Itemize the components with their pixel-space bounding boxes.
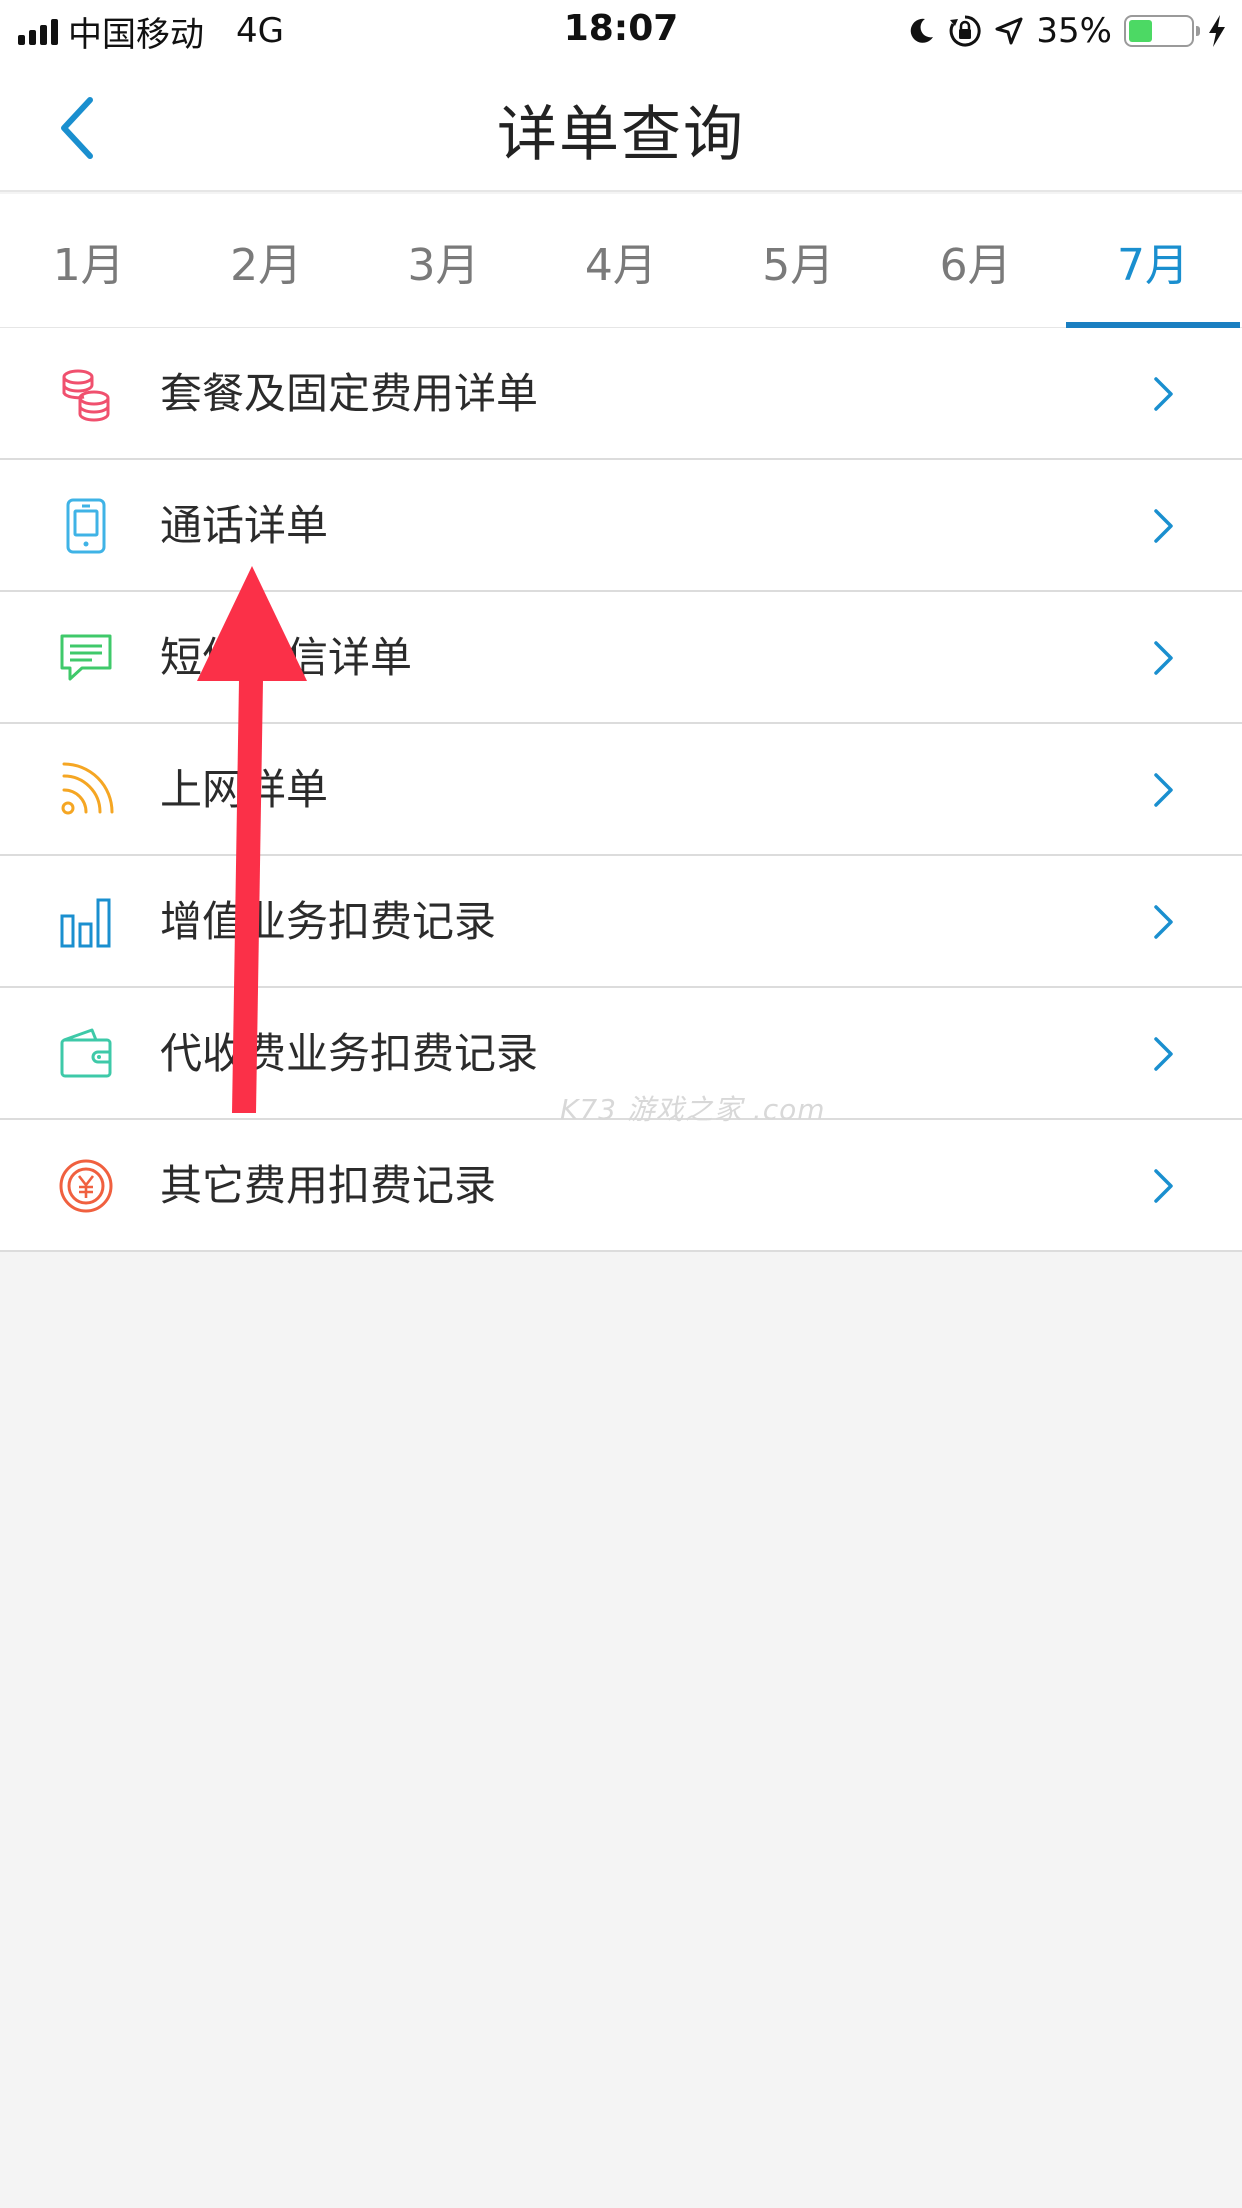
tab-month-5[interactable]: 5月	[710, 194, 887, 328]
yuan-coin-icon	[58, 1158, 114, 1214]
moon-icon	[911, 18, 934, 43]
list-item-label: 套餐及固定费用详单	[160, 369, 539, 418]
watermark: K73 游戏之家 .com	[560, 1093, 826, 1126]
chevron-right-icon	[1154, 773, 1173, 807]
tab-month-4[interactable]: 4月	[532, 194, 709, 328]
list-item-other-fees[interactable]: 其它费用扣费记录	[0, 1120, 1242, 1252]
location-icon	[995, 17, 1023, 45]
list-item-value-added-fees[interactable]: 增值业务扣费记录	[0, 856, 1242, 988]
list-item-label: 增值业务扣费记录	[160, 897, 497, 946]
chevron-right-icon	[1154, 509, 1173, 543]
battery-percent: 35%	[1036, 11, 1112, 51]
tab-month-2[interactable]: 2月	[177, 194, 354, 328]
chevron-right-icon	[1154, 905, 1173, 939]
tab-month-6[interactable]: 6月	[887, 194, 1064, 328]
list-item-label: 上网详单	[160, 765, 329, 814]
list-item-label: 代收费业务扣费记录	[160, 1029, 539, 1078]
battery-cap	[1196, 26, 1200, 36]
bar-chart-icon	[58, 894, 114, 950]
list-item-call-details[interactable]: 通话详单	[0, 460, 1242, 592]
tab-month-1[interactable]: 1月	[0, 194, 177, 328]
wifi-feed-icon	[58, 762, 114, 818]
chevron-right-icon	[1154, 641, 1173, 675]
nav-bar: 详单查询	[0, 62, 1242, 192]
coins-icon	[58, 366, 114, 422]
wallet-icon	[58, 1026, 114, 1082]
phone-device-icon	[58, 498, 114, 554]
status-bar: 中国移动 4G 18:07 35%	[0, 0, 1242, 62]
rotation-lock-icon	[950, 15, 982, 47]
tab-month-3[interactable]: 3月	[355, 194, 532, 328]
page-title: 详单查询	[497, 100, 745, 170]
list-item-label: 其它费用扣费记录	[160, 1161, 497, 1210]
list-item-sms-details[interactable]: 短信彩信详单	[0, 592, 1242, 724]
list-item-label: 短信彩信详单	[160, 633, 413, 682]
list-item-data-details[interactable]: 上网详单	[0, 724, 1242, 856]
tab-month-7[interactable]: 7月	[1064, 194, 1241, 328]
message-icon	[58, 630, 114, 686]
battery-icon	[1124, 15, 1200, 47]
chevron-right-icon	[1154, 377, 1173, 411]
month-tabs: 1月 2月 3月 4月 5月 6月 7月	[0, 194, 1242, 328]
battery-level-fill	[1129, 20, 1153, 42]
status-right: 35%	[906, 8, 1228, 54]
list-item-label: 通话详单	[160, 501, 329, 550]
charging-icon	[1209, 15, 1225, 47]
chevron-right-icon	[1154, 1037, 1173, 1071]
list-item-package-fees[interactable]: 套餐及固定费用详单	[0, 328, 1242, 460]
chevron-right-icon	[1154, 1169, 1173, 1203]
